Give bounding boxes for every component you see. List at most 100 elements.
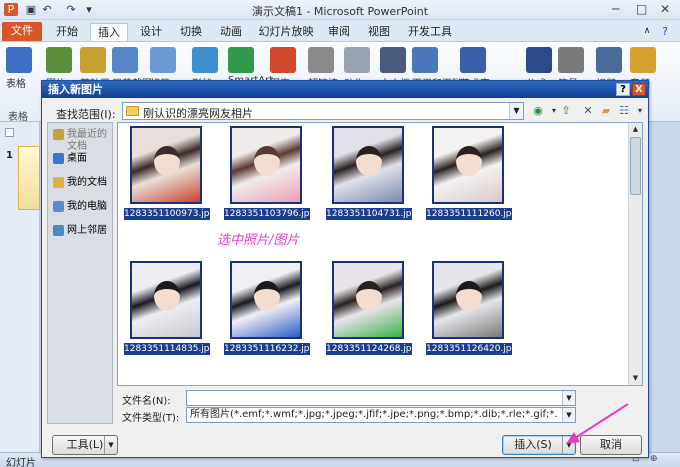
file-name: 1283351104731.jpg: [326, 208, 412, 220]
help-icon[interactable]: ?: [658, 23, 672, 42]
look-in-label: 查找范围(I):: [56, 108, 116, 121]
back-icon[interactable]: ◉: [530, 103, 546, 119]
photo-preview: [432, 126, 504, 204]
look-in-dropdown[interactable]: 刚认识的漂亮网友相片 ▼: [122, 102, 524, 120]
tab-file[interactable]: 文件: [2, 22, 42, 41]
tools-button[interactable]: 工具(L) ▼: [52, 435, 118, 455]
vertical-scrollbar[interactable]: ▲ ▼: [628, 123, 642, 385]
ribbon-3-icon[interactable]: [80, 47, 106, 73]
filename-label: 文件名(N):: [122, 396, 171, 407]
file-thumbnail[interactable]: 1283351124268.jpg: [326, 261, 412, 356]
insert-button-label: 插入(S): [514, 438, 552, 451]
file-list[interactable]: 1283351100973.jpg 1283351103796.jpg 128335…: [117, 122, 643, 386]
place-item[interactable]: 桌面: [48, 151, 114, 173]
my-computer-icon: [53, 201, 64, 212]
network-icon: [53, 225, 64, 236]
scroll-up-icon[interactable]: ▲: [629, 123, 642, 136]
new-folder-icon[interactable]: ▰: [598, 103, 614, 119]
close-icon[interactable]: ✕: [660, 2, 670, 16]
place-item[interactable]: 我的文档: [48, 175, 114, 197]
ribbon-6-icon[interactable]: [192, 47, 218, 73]
places-bar: 我最近的文档 桌面我的文档我的电脑 网上邻居: [47, 122, 113, 424]
ribbon-15-icon[interactable]: [558, 47, 584, 73]
filename-dropdown-icon[interactable]: ▼: [562, 391, 575, 405]
insert-picture-dialog: 插入新图片 ? X 查找范围(I): 刚认识的漂亮网友相片 ▼ ◉ ▾ ⇧ ✕ …: [41, 80, 649, 458]
tab-slideshow[interactable]: 幻灯片放映: [256, 23, 316, 42]
annotation-text: 选中照片/图片: [217, 233, 300, 248]
file-thumbnail[interactable]: 1283351100973.jpg: [124, 126, 210, 221]
my-documents-icon: [53, 177, 64, 188]
up-folder-icon[interactable]: ⇧: [558, 103, 574, 119]
ribbon-9-icon[interactable]: [308, 47, 334, 73]
photo-subject: [456, 281, 482, 311]
tab-design[interactable]: 设计: [134, 23, 168, 42]
file-name: 1283351116232.jpg: [224, 343, 310, 355]
filename-input[interactable]: [186, 390, 576, 406]
place-label: 桌面: [67, 153, 87, 164]
tab-transitions[interactable]: 切换: [174, 23, 208, 42]
place-item[interactable]: 我的电脑: [48, 199, 114, 221]
cancel-button[interactable]: 取消: [580, 435, 642, 455]
ribbon-8-icon[interactable]: [270, 47, 296, 73]
dialog-close-button[interactable]: X: [632, 83, 646, 96]
desktop-icon: [53, 153, 64, 164]
maximize-icon[interactable]: □: [636, 2, 647, 16]
photo-preview: [332, 261, 404, 339]
tab-developer[interactable]: 开发工具: [404, 23, 456, 42]
ribbon-10-icon[interactable]: [344, 47, 370, 73]
filetype-select[interactable]: 所有图片(*.emf;*.wmf;*.jpg;*.jpeg;*.jfif;*.j…: [186, 407, 576, 423]
tab-home[interactable]: 开始: [50, 23, 84, 42]
delete-icon[interactable]: ✕: [580, 103, 596, 119]
file-name: 1283351114835.jpg: [124, 343, 210, 355]
ribbon-2-icon[interactable]: [46, 47, 72, 73]
place-item[interactable]: 网上邻居: [48, 223, 114, 245]
tools-menu-icon[interactable]: ▼: [104, 436, 117, 454]
file-thumbnail[interactable]: 1283351104731.jpg: [326, 126, 412, 221]
status-slide-label: 幻灯片: [6, 458, 36, 467]
ribbon-16-icon[interactable]: [596, 47, 622, 73]
insert-button[interactable]: 插入(S) ▼: [502, 435, 576, 455]
file-name: 1283351111260.jpg: [426, 208, 512, 220]
ribbon-1-icon[interactable]: [6, 47, 32, 73]
file-thumbnail[interactable]: 1283351111260.jpg: [426, 126, 512, 221]
ribbon-17-icon[interactable]: [630, 47, 656, 73]
file-thumbnail[interactable]: 1283351114835.jpg: [124, 261, 210, 356]
slide-thumbnail[interactable]: [18, 146, 40, 210]
ribbon-4-icon[interactable]: [112, 47, 138, 73]
file-thumbnail[interactable]: 1283351126420.jpg: [426, 261, 512, 356]
recent-docs-icon: [53, 129, 64, 140]
ribbon-14-icon[interactable]: [526, 47, 552, 73]
photo-subject: [356, 281, 382, 311]
filetype-dropdown-icon[interactable]: ▼: [562, 408, 575, 422]
views-icon[interactable]: ☷: [616, 103, 632, 119]
file-thumbnail[interactable]: 1283351103796.jpg: [224, 126, 310, 221]
tab-review[interactable]: 审阅: [322, 23, 356, 42]
file-thumbnail[interactable]: 1283351116232.jpg: [224, 261, 310, 356]
tab-animations[interactable]: 动画: [214, 23, 248, 42]
ribbon-13-icon[interactable]: [460, 47, 486, 73]
scroll-thumb[interactable]: [630, 137, 641, 195]
views-menu-icon[interactable]: ▾: [632, 103, 648, 119]
photo-subject: [154, 146, 180, 176]
ribbon-5-icon[interactable]: [150, 47, 176, 73]
minimize-icon[interactable]: ─: [612, 2, 619, 16]
ribbon-minimize-icon[interactable]: ∧: [640, 23, 654, 42]
insert-options-icon[interactable]: ▼: [562, 436, 575, 454]
outline-view-icon[interactable]: [5, 128, 14, 137]
place-item[interactable]: 我最近的文档: [48, 127, 114, 152]
ribbon-12-icon[interactable]: [412, 47, 438, 73]
window-title: 演示文稿1 - Microsoft PowerPoint: [251, 5, 429, 18]
ribbon-tabs: 文件 开始 插入 设计 切换 动画 幻灯片放映 审阅 视图 开发工具 ∧ ?: [0, 20, 680, 42]
tab-view[interactable]: 视图: [362, 23, 396, 42]
zoom-icon[interactable]: ⊕: [650, 454, 658, 464]
tab-insert[interactable]: 插入: [90, 23, 128, 42]
ribbon-11-icon[interactable]: [380, 47, 406, 73]
place-label: 我的文档: [67, 177, 107, 188]
tools-button-label: 工具(L): [66, 438, 104, 451]
chevron-down-icon[interactable]: ▼: [509, 103, 523, 119]
scroll-down-icon[interactable]: ▼: [629, 372, 642, 385]
photo-subject: [254, 281, 280, 311]
help-button[interactable]: ?: [616, 83, 630, 96]
ribbon-7-icon[interactable]: [228, 47, 254, 73]
photo-subject: [356, 146, 382, 176]
